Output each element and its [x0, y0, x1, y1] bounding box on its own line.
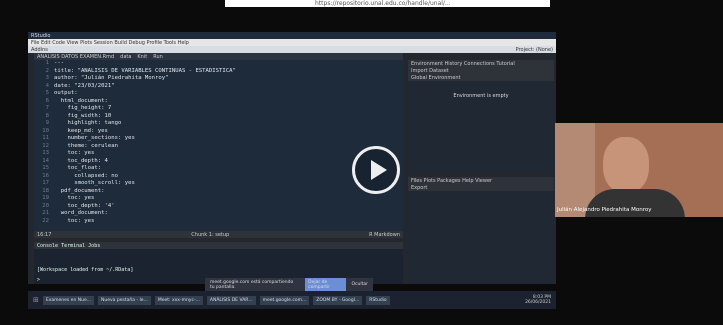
environment-empty-text: Environment is empty — [453, 93, 509, 99]
browser-url-bar[interactable]: https://repositorio.unal.edu.co/handle/u… — [225, 0, 550, 7]
tab-data[interactable]: data — [120, 54, 131, 60]
code-line: 2 title: "ANALISIS DE VARIABLES CONTINUAS… — [45, 67, 236, 74]
global-environment-select[interactable]: Global Environment — [408, 74, 554, 81]
project-menu[interactable]: Project: (None) — [516, 47, 553, 53]
code-line: 13 toc: yes — [42, 150, 95, 156]
window-title: RStudio — [28, 32, 556, 39]
code-line: 22 toc: yes — [42, 217, 95, 224]
main-toolbar: Addins Project: (None) — [28, 46, 556, 53]
code-line: 7 fig_height: 7 — [45, 105, 112, 111]
taskbar-item[interactable]: RStudio — [366, 295, 390, 305]
console-tabs[interactable]: Console Terminal Jobs — [34, 242, 403, 249]
code-line: 4 date: "23/03/2021" — [45, 82, 115, 89]
code-line: 11 number_sections: yes — [42, 135, 135, 141]
addins-button[interactable]: Addins — [31, 47, 48, 53]
code-line: 19 toc: yes — [42, 195, 95, 201]
files-pane: Files Plots Packages Help Viewer Export — [408, 177, 554, 284]
taskbar-item[interactable]: Examenes en Nue... — [42, 295, 95, 305]
taskbar-item[interactable]: meet.google.com... — [259, 295, 310, 305]
code-line: 5 output: — [45, 90, 78, 96]
environment-tabs[interactable]: Environment History Connections Tutorial — [408, 60, 554, 67]
stop-sharing-button[interactable]: Dejar de compartir — [305, 277, 346, 292]
environment-pane: Environment History Connections Tutorial… — [408, 60, 554, 172]
hide-button[interactable]: Ocultar — [352, 282, 369, 287]
rstudio-window: RStudio File Edit Code View Plots Sessio… — [28, 32, 556, 284]
code-line: 21 word_document: — [42, 210, 108, 216]
webcam-feed: Julián Alejandro Piedrahita Monroy — [555, 123, 723, 217]
code-line: 9 highlight: tango — [45, 120, 122, 126]
code-line: 6 html_document: — [45, 97, 108, 104]
windows-start-icon[interactable]: ⊞ — [33, 296, 39, 304]
run-button[interactable]: Run — [153, 54, 163, 60]
taskbar-item[interactable]: ANÁLISIS DE VAR... — [206, 295, 256, 305]
files-tabs[interactable]: Files Plots Packages Help Viewer — [408, 177, 554, 184]
clock: 8:03 PM 26/06/2021 — [525, 295, 551, 305]
editor-status: 16:17 Chunk 1: setup R Markdown — [34, 231, 403, 238]
menu-bar[interactable]: File Edit Code View Plots Session Build … — [28, 39, 556, 46]
code-line: 8 fig_width: 10 — [45, 112, 112, 119]
play-icon — [371, 160, 387, 180]
taskbar-item[interactable]: Nueva pestaña - Ie... — [98, 295, 151, 305]
export-button[interactable]: Export — [408, 184, 554, 191]
code-editor[interactable]: 1 --- 2 title: "ANALISIS DE VARIABLES CONTI… — [34, 60, 403, 238]
code-line: 14 toc_depth: 4 — [42, 157, 108, 164]
play-video-button[interactable] — [352, 146, 400, 194]
code-line: 15 toc_float: — [42, 165, 102, 171]
code-line: 1 --- — [45, 60, 65, 66]
taskbar-item[interactable]: Meet: xxx-mnyc-... — [154, 295, 203, 305]
code-line: 17 smooth_scroll: yes — [42, 180, 135, 186]
webcam-name: Julián Alejandro Piedrahita Monroy — [557, 207, 652, 213]
code-line: 20 toc_depth: '4' — [42, 202, 115, 209]
screen-share-notification: meet.google.com está compartiendo tu pan… — [205, 277, 373, 292]
presenter-face — [603, 137, 649, 193]
code-line: 3 author: "Julián Piedrahita Monroy" — [45, 75, 169, 81]
taskbar-item[interactable]: ZOOM BY - Googl... — [313, 295, 363, 305]
console-output: [Workspace loaded from ~/.RData] — [37, 267, 134, 273]
import-dataset-button[interactable]: Import Dataset — [408, 67, 554, 74]
tab-editor-rmd[interactable]: ANALISIS DATOS EXAMEN.Rmd — [37, 54, 114, 60]
knit-button[interactable]: Knit — [137, 54, 147, 60]
code-line: 16 collapsed: no — [42, 172, 118, 179]
code-line: 18 pdf_document: — [42, 187, 105, 194]
taskbar: ⊞ Examenes en Nue... Nueva pestaña - Ie..… — [28, 291, 556, 309]
code-line: 10 keep_md: yes — [42, 127, 108, 134]
code-line: 12 theme: cerulean — [42, 142, 118, 149]
